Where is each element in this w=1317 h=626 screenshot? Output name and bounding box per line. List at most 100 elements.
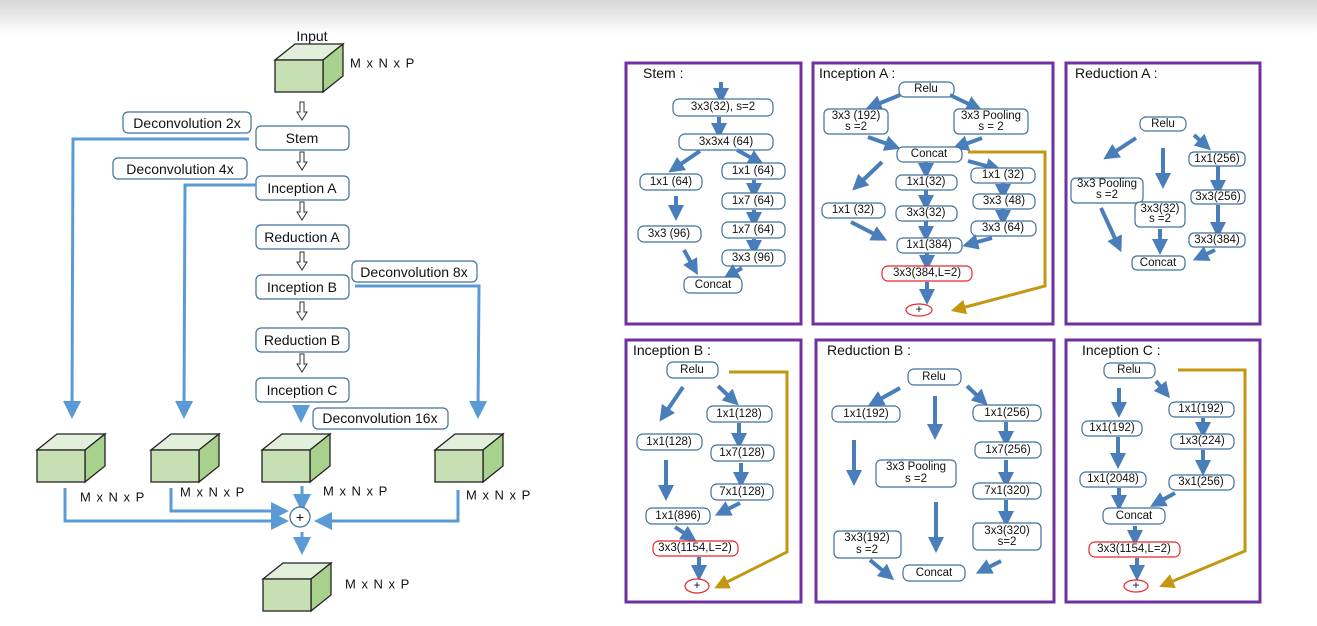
svg-text:s =2: s =2 — [905, 473, 927, 485]
svg-text:s =2: s =2 — [1096, 189, 1118, 201]
svg-text:7x1(320): 7x1(320) — [984, 485, 1030, 497]
dim-label-16x: M x N x P — [323, 484, 388, 499]
svg-text:1x1(192): 1x1(192) — [1178, 403, 1224, 415]
svg-text:s =2: s =2 — [1149, 213, 1171, 225]
svg-text:Relu: Relu — [914, 83, 938, 95]
svg-text:Deconvolution 4x: Deconvolution 4x — [126, 161, 233, 177]
svg-text:s = 2: s = 2 — [978, 121, 1003, 133]
svg-text:Concat: Concat — [1116, 510, 1153, 522]
svg-text:1x1(128): 1x1(128) — [716, 408, 762, 420]
svg-text:Concat: Concat — [911, 148, 948, 160]
svg-text:3x3(192): 3x3(192) — [844, 532, 890, 544]
svg-text:3x3(1154,L=2): 3x3(1154,L=2) — [658, 542, 732, 554]
svg-text:Stem: Stem — [286, 130, 319, 146]
svg-text:1x1(384): 1x1(384) — [906, 239, 952, 251]
svg-text:1x1 (64): 1x1 (64) — [732, 165, 774, 177]
panel-title: Reduction B : — [827, 342, 911, 358]
svg-text:1x1(192): 1x1(192) — [843, 408, 889, 420]
panel-inception-b: Inception B : Relu 1x1(128) 1x1(128) 1x7… — [624, 338, 803, 604]
svg-text:Reduction A: Reduction A — [264, 229, 340, 245]
deconv-2x-cube-icon — [36, 433, 106, 483]
svg-text:Deconvolution 16x: Deconvolution 16x — [322, 410, 437, 426]
svg-text:s =2: s =2 — [856, 544, 878, 556]
panel-stem: Stem : 3x3(32), s=2 3x3x4 (64) 1x1 (64) … — [624, 61, 803, 326]
svg-text:1x3(224): 1x3(224) — [1179, 435, 1225, 447]
svg-text:7x1(128): 7x1(128) — [719, 486, 765, 498]
panel-reduction-a: Reduction A : Relu 3x3 Poolings =2 3x3(3… — [1064, 61, 1262, 326]
svg-text:Inception A: Inception A — [267, 180, 337, 196]
svg-text:1x7(128): 1x7(128) — [719, 447, 765, 459]
svg-text:Relu: Relu — [1117, 364, 1141, 376]
svg-text:1x1(256): 1x1(256) — [984, 407, 1030, 419]
svg-text:1x7(256): 1x7(256) — [985, 444, 1031, 456]
svg-text:Reduction B: Reduction B — [264, 332, 340, 348]
dim-label-8x: M x N x P — [466, 488, 531, 503]
svg-text:3x3(384): 3x3(384) — [1194, 234, 1240, 246]
svg-text:1x1(32): 1x1(32) — [907, 176, 946, 188]
panel-title: Reduction A : — [1075, 65, 1158, 81]
deconv-16x-label: Deconvolution 16x — [312, 407, 449, 430]
svg-text:1x1 (32): 1x1 (32) — [982, 169, 1024, 181]
svg-text:Inception C: Inception C — [267, 382, 338, 398]
dim-label-4x: M x N x P — [180, 485, 245, 500]
svg-text:Deconvolution 8x: Deconvolution 8x — [360, 264, 467, 280]
panel-reduction-b: Reduction B : Relu 1x1(192) 3x3 Poolings… — [814, 338, 1056, 604]
panel-title: Stem : — [643, 65, 683, 81]
block-inception-b: Inception B — [255, 274, 350, 300]
svg-text:Relu: Relu — [922, 371, 946, 383]
svg-text:3x3 (96): 3x3 (96) — [732, 252, 774, 264]
svg-text:3x3 (96): 3x3 (96) — [648, 228, 690, 240]
svg-text:Concat: Concat — [1140, 257, 1177, 269]
panel-title: Inception C : — [1082, 342, 1161, 358]
svg-text:Deconvolution 2x: Deconvolution 2x — [133, 115, 240, 131]
svg-text:3x3(32): 3x3(32) — [907, 207, 946, 219]
svg-text:Inception B: Inception B — [267, 279, 337, 295]
svg-text:1x1(192): 1x1(192) — [1089, 422, 1135, 434]
input-label: Input — [296, 28, 327, 44]
svg-text:Relu: Relu — [680, 364, 704, 376]
block-inception-a: Inception A — [255, 175, 350, 201]
svg-text:3x3(384,L=2): 3x3(384,L=2) — [893, 267, 961, 279]
svg-text:3x3 (64): 3x3 (64) — [982, 222, 1024, 234]
svg-text:3x3(1154,L=2): 3x3(1154,L=2) — [1097, 543, 1171, 555]
svg-text:3x3x4 (64): 3x3x4 (64) — [699, 136, 754, 148]
panel-inception-c: Inception C : Relu 1x1(192) 1x1(2048) 1x… — [1064, 338, 1262, 604]
svg-text:+: + — [296, 509, 304, 525]
svg-text:1x7 (64): 1x7 (64) — [732, 195, 774, 207]
svg-text:1x1 (64): 1x1 (64) — [650, 176, 692, 188]
svg-text:3x3 Pooling: 3x3 Pooling — [886, 461, 946, 473]
svg-text:s =2: s =2 — [845, 121, 867, 133]
svg-text:1x1(256): 1x1(256) — [1194, 153, 1240, 165]
svg-text:s=2: s=2 — [998, 536, 1017, 548]
svg-text:Relu: Relu — [1151, 118, 1175, 130]
svg-text:1x7 (64): 1x7 (64) — [732, 224, 774, 236]
block-reduction-a: Reduction A — [255, 224, 350, 250]
input-dim-label: M x N x P — [350, 56, 415, 71]
svg-text:+: + — [1133, 580, 1140, 592]
svg-text:+: + — [694, 580, 701, 592]
deconv-8x-cube-icon — [434, 433, 504, 483]
panel-title: Inception B : — [633, 342, 711, 358]
svg-text:1x1(896): 1x1(896) — [655, 510, 701, 522]
svg-text:3x1(256): 3x1(256) — [1178, 476, 1224, 488]
deconv-4x-label: Deconvolution 4x — [112, 157, 248, 180]
svg-text:1x1(2048): 1x1(2048) — [1087, 473, 1139, 485]
output-cube-icon — [262, 562, 332, 612]
block-inception-c: Inception C — [255, 377, 350, 403]
svg-text:+: + — [916, 304, 923, 316]
output-dim-label: M x N x P — [345, 577, 410, 592]
sum-node: + — [289, 506, 311, 528]
svg-text:1x1(128): 1x1(128) — [646, 436, 692, 448]
svg-text:Concat: Concat — [695, 279, 732, 291]
svg-text:3x3(32), s=2: 3x3(32), s=2 — [691, 101, 755, 113]
dim-label-2x: M x N x P — [80, 490, 145, 505]
deconv-4x-cube-icon — [150, 433, 220, 483]
panel-title: Inception A : — [819, 65, 895, 81]
deconv-8x-label: Deconvolution 8x — [351, 260, 478, 283]
svg-text:Concat: Concat — [916, 567, 953, 579]
panel-inception-a: Inception A : Relu 3x3 (192)s =2 3x3 Poo… — [811, 61, 1055, 326]
svg-text:3x3(256): 3x3(256) — [1195, 191, 1241, 203]
main-flow: Input M x N x P Stem Inception A Reducti… — [36, 28, 531, 612]
architecture-diagram: Input M x N x P Stem Inception A Reducti… — [36, 28, 1262, 612]
deconv-2x-label: Deconvolution 2x — [122, 111, 252, 134]
